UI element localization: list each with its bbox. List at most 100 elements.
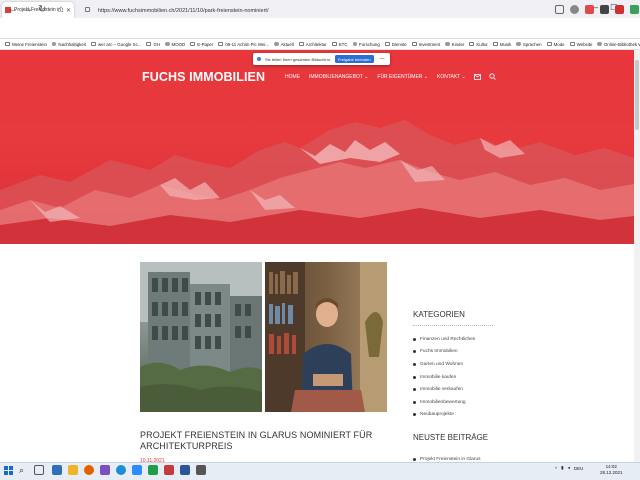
folder-icon	[411, 42, 417, 46]
bookmark-label: GH	[153, 41, 161, 47]
extension-green-icon[interactable]	[630, 5, 639, 14]
category-label[interactable]: Finanzen und Rechtliches	[420, 337, 475, 342]
category-item[interactable]: Garten und Wohnen	[413, 358, 475, 371]
bookmark-item[interactable]: Architektur	[298, 42, 327, 47]
bullet-icon	[413, 388, 416, 392]
home-icon[interactable]: ⌂	[58, 4, 64, 16]
taskbar-clock[interactable]: 14:02 28.12.2021	[600, 464, 623, 476]
nav-home[interactable]: HOME	[285, 74, 300, 80]
word-icon[interactable]	[180, 465, 190, 475]
windows-taskbar	[0, 462, 640, 480]
back-icon[interactable]: ←	[8, 4, 18, 16]
bookmark-item[interactable]: 09-11 Achim Pic Wei...	[218, 42, 269, 47]
building-illustration	[140, 262, 262, 412]
bookmark-item[interactable]: ETC	[331, 42, 348, 47]
browser-toolbar	[0, 18, 640, 39]
category-item[interactable]: Immobilie verkaufen	[413, 383, 475, 396]
category-label[interactable]: Immobilie kaufen	[420, 375, 456, 380]
category-item[interactable]: Immobilienbewertung	[413, 396, 475, 409]
category-label[interactable]: Garten und Wohnen	[420, 362, 463, 367]
bookmark-label: E-Paper	[197, 41, 214, 47]
file-explorer-icon[interactable]	[68, 465, 78, 475]
nav-kontakt[interactable]: KONTAKT ⌄	[437, 74, 466, 80]
category-label[interactable]: Fuchs Immobilien	[420, 349, 458, 354]
bookmark-item[interactable]: Musik	[492, 42, 511, 47]
forward-icon[interactable]: →	[23, 4, 33, 16]
folder-icon	[469, 42, 475, 46]
extension-dark-icon[interactable]	[600, 5, 609, 14]
address-bar[interactable]: https://www.fuchsimmobilien.ch/2021/11/1…	[78, 3, 548, 18]
bookmark-favicon-icon	[274, 41, 279, 47]
firefox-icon[interactable]	[84, 465, 94, 475]
post-title[interactable]: PROJEKT FREIENSTEIN IN GLARUS NOMINIERT …	[140, 430, 400, 452]
bookmark-item[interactable]: MOOD	[165, 42, 185, 47]
app-gray-icon[interactable]	[196, 465, 206, 475]
category-item[interactable]: Finanzen und Rechtliches	[413, 333, 475, 346]
site-logo[interactable]: FUCHS IMMOBILIEN	[142, 70, 265, 84]
bookmark-item[interactable]: Website	[569, 42, 592, 47]
bullet-icon	[413, 337, 416, 341]
nav-immobilienangebot[interactable]: IMMOBILIENANGEBOT ⌄	[309, 74, 368, 80]
pocket-icon[interactable]	[555, 5, 564, 14]
scrollbar-thumb[interactable]	[635, 60, 639, 130]
bookmark-label: Aktuell	[280, 41, 294, 47]
app-blue-icon[interactable]	[116, 465, 126, 475]
windows-start-icon[interactable]	[4, 466, 13, 475]
bookmark-favicon-icon	[352, 41, 358, 47]
category-item[interactable]: Neubauprojekte	[413, 409, 475, 422]
category-label[interactable]: Immobilie verkaufen	[420, 387, 463, 392]
extension-adblock-icon[interactable]	[615, 5, 624, 14]
folder-icon	[546, 42, 552, 46]
task-view-icon[interactable]	[34, 465, 44, 475]
folder-icon	[5, 42, 10, 46]
bookmark-item[interactable]: Aktuell	[274, 42, 294, 47]
folder-icon	[218, 42, 224, 46]
extension-red-icon[interactable]	[585, 5, 594, 14]
categories-heading: KATEGORIEN	[413, 310, 465, 319]
bookmark-item[interactable]: Nachhaltigkeit	[51, 41, 86, 47]
bookmark-label: Investment	[418, 41, 441, 47]
stop-sharing-button[interactable]: Freigabe beenden	[335, 55, 374, 63]
chevron-up-icon[interactable]: ^	[555, 466, 557, 471]
hide-share-bar-button[interactable]: —	[380, 56, 385, 62]
language-indicator[interactable]: DEU	[574, 466, 584, 471]
app-taskbar-icon[interactable]	[52, 465, 62, 475]
volume-icon[interactable]: ◂	[568, 465, 570, 471]
bookmark-item[interactable]: wer arc – Google Sc...	[91, 42, 141, 47]
category-label[interactable]: Neubauprojekte	[420, 412, 454, 417]
category-label[interactable]: Immobilienbewertung	[420, 400, 466, 405]
bookmark-item[interactable]: Kultur	[469, 42, 488, 47]
bookmark-item[interactable]: Investment	[411, 41, 441, 47]
bullet-icon	[413, 458, 416, 461]
category-item[interactable]: Fuchs Immobilien	[413, 346, 475, 359]
categories-divider	[413, 325, 493, 326]
network-icon[interactable]: ▮	[561, 465, 563, 471]
bookmark-item[interactable]: Forschung	[352, 41, 380, 47]
bookmark-item[interactable]: Meine Freienstein	[5, 42, 47, 47]
bookmark-label: Forschung	[359, 41, 380, 47]
bookmark-label: Kinder	[451, 41, 465, 47]
bookmark-item[interactable]: Kinder	[445, 42, 464, 47]
bookmark-item[interactable]: Online-Bibliothek Wei...	[597, 42, 640, 47]
app-red-icon[interactable]	[164, 465, 174, 475]
app-purple-icon[interactable]	[100, 465, 110, 475]
bookmark-item[interactable]: GH	[146, 42, 160, 47]
folder-icon	[384, 42, 390, 46]
bookmark-label: Nachhaltigkeit	[58, 41, 86, 47]
nav-fuer-eigentuemer[interactable]: FÜR EIGENTÜMER ⌄	[377, 74, 428, 80]
category-item[interactable]: Immobilie kaufen	[413, 371, 475, 384]
screen-share-bar: Sie teilen Ihren gesamten Bildschirm. Fr…	[253, 53, 390, 65]
bookmark-item[interactable]: Sprachen	[516, 42, 542, 47]
account-icon[interactable]	[570, 5, 579, 14]
bookmark-item[interactable]: Mode	[546, 42, 565, 47]
search-icon[interactable]	[489, 73, 496, 80]
zoom-icon[interactable]	[132, 465, 142, 475]
reload-icon[interactable]: ↻	[38, 4, 46, 16]
bookmark-item[interactable]: Dienste	[384, 42, 407, 47]
close-tab-icon[interactable]: ✕	[66, 7, 71, 14]
mail-icon[interactable]	[474, 74, 481, 80]
search-taskbar-icon[interactable]: ⌕	[19, 465, 29, 475]
bookmarks-bar: Meine Freienstein Nachhaltigkeit wer arc –…	[0, 39, 640, 50]
app-green-icon[interactable]	[148, 465, 158, 475]
bookmark-item[interactable]: E-Paper	[190, 42, 213, 47]
